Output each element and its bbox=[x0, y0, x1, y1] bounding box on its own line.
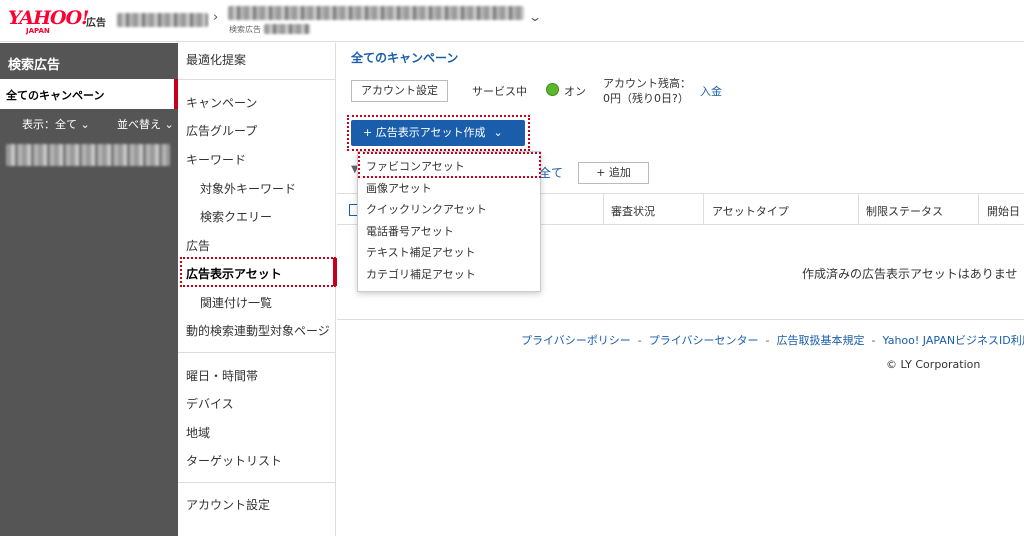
menu-item-text-supplement-asset[interactable]: テキスト補足アセット bbox=[366, 244, 475, 260]
nav-item-day-time[interactable]: 曜日・時間帯 bbox=[186, 367, 258, 384]
nav-item-ad-assets-highlight bbox=[180, 257, 336, 287]
nav-divider bbox=[178, 482, 335, 483]
nav-item-keyword[interactable]: キーワード bbox=[186, 151, 246, 168]
footer-divider bbox=[337, 319, 1024, 320]
breadcrumb-sub-label: 検索広告 bbox=[229, 25, 261, 34]
nav-item-optimization[interactable]: 最適化提案 bbox=[186, 51, 246, 68]
chevron-down-icon: ⌄ bbox=[161, 118, 174, 131]
column-separator bbox=[978, 194, 979, 224]
copyright: © LY Corporation bbox=[886, 358, 981, 371]
balance-value: 0円（残り0日?） bbox=[603, 92, 689, 105]
nav-item-account-settings[interactable]: アカウント設定 bbox=[186, 496, 270, 513]
menu-item-favicon-asset[interactable]: ファビコンアセット bbox=[366, 158, 465, 174]
account-switch-chevron-down-icon[interactable]: ⌄ bbox=[528, 10, 542, 24]
footer-link-privacy-center[interactable]: プライバシーセンター bbox=[649, 334, 759, 347]
filter-all-tab[interactable]: 全て bbox=[539, 164, 563, 181]
column-separator bbox=[703, 194, 704, 224]
left-sidebar: 検索広告 全てのキャンペーン 表示：全て ⌄ 並べ替え ⌄ bbox=[0, 43, 178, 536]
display-filter-dropdown[interactable]: 表示：全て ⌄ bbox=[22, 116, 90, 132]
logo-ad-label: 広告 bbox=[86, 18, 106, 29]
nav-item-ad-group[interactable]: 広告グループ bbox=[186, 122, 257, 139]
account-name-redacted bbox=[117, 13, 208, 27]
nav-item-device[interactable]: デバイス bbox=[186, 395, 234, 412]
nav-item-associations[interactable]: 関連付け一覧 bbox=[200, 294, 272, 311]
status-on-icon bbox=[546, 83, 559, 96]
column-header-start-date[interactable]: 開始日 bbox=[987, 203, 1020, 219]
nav-item-ad[interactable]: 広告 bbox=[186, 237, 210, 254]
yahoo-logo[interactable]: YAHOO! bbox=[8, 8, 89, 28]
nav-item-negative-keyword[interactable]: 対象外キーワード bbox=[200, 180, 296, 197]
service-status-value: オン bbox=[564, 85, 586, 98]
footer-link-privacy-policy[interactable]: プライバシーポリシー bbox=[521, 334, 631, 347]
nav-divider bbox=[178, 79, 335, 80]
yahoo-logo-sub: JAPAN bbox=[26, 27, 50, 35]
sidebar-title: 検索広告 bbox=[8, 58, 61, 73]
nav-item-campaign[interactable]: キャンペーン bbox=[186, 94, 257, 111]
sort-dropdown[interactable]: 並べ替え ⌄ bbox=[117, 116, 174, 132]
secondary-nav: 最適化提案 キャンペーン 広告グループ キーワード 対象外キーワード 検索クエリ… bbox=[178, 43, 337, 536]
top-header: YAHOO! JAPAN 広告 › 検索広告 ⌄ bbox=[0, 0, 1024, 42]
breadcrumb-account-redacted[interactable] bbox=[228, 6, 524, 20]
nav-item-search-query[interactable]: 検索クエリー bbox=[200, 208, 272, 225]
column-separator bbox=[603, 194, 604, 224]
column-header-review-status[interactable]: 審査状況 bbox=[611, 203, 655, 219]
breadcrumb-id-redacted bbox=[264, 24, 310, 34]
column-header-asset-type[interactable]: アセットタイプ bbox=[712, 203, 789, 219]
campaign-list-redacted[interactable] bbox=[6, 144, 170, 166]
menu-item-category-supplement-asset[interactable]: カテゴリ補足アセット bbox=[366, 266, 476, 282]
footer-link-ad-terms[interactable]: 広告取扱基本規定 bbox=[777, 334, 865, 347]
add-button[interactable]: + 追加 bbox=[578, 162, 649, 184]
nav-item-dynamic-search-pages[interactable]: 動的検索連動型対象ページ bbox=[186, 322, 330, 339]
service-status-label: サービス中 bbox=[472, 85, 527, 98]
account-settings-button[interactable]: アカウント設定 bbox=[351, 80, 448, 102]
sidebar-item-label: 全てのキャンペーン bbox=[6, 89, 105, 102]
menu-item-quicklink-asset[interactable]: クイックリンクアセット bbox=[366, 201, 487, 217]
chevron-down-icon: ⌄ bbox=[77, 118, 90, 131]
balance-label: アカウント残高： bbox=[603, 77, 691, 90]
footer-link-business-id[interactable]: Yahoo! JAPANビジネスID利用 bbox=[883, 334, 1024, 347]
nav-item-target-list[interactable]: ターゲットリスト bbox=[186, 452, 282, 469]
column-separator bbox=[858, 194, 859, 224]
deposit-link[interactable]: 入金 bbox=[700, 83, 722, 99]
breadcrumb-chevron-icon: › bbox=[213, 10, 219, 25]
empty-state-message: 作成済みの広告表示アセットはありませ bbox=[802, 267, 1018, 281]
menu-item-image-asset[interactable]: 画像アセット bbox=[366, 180, 432, 196]
nav-item-region[interactable]: 地域 bbox=[186, 424, 210, 441]
menu-item-phone-asset[interactable]: 電話番号アセット bbox=[366, 223, 454, 239]
page-title: 全てのキャンペーン bbox=[351, 51, 459, 65]
create-asset-dropdown-menu: ファビコンアセット 画像アセット クイックリンクアセット 電話番号アセット テキ… bbox=[357, 151, 541, 292]
sidebar-item-all-campaigns[interactable]: 全てのキャンペーン bbox=[0, 79, 178, 109]
nav-divider bbox=[178, 352, 335, 353]
create-button-highlight bbox=[347, 115, 530, 151]
column-header-restriction-status[interactable]: 制限ステータス bbox=[866, 203, 943, 219]
footer-links: プライバシーポリシー - プライバシーセンター - 広告取扱基本規定 - Yahoo! JA… bbox=[521, 332, 1024, 348]
